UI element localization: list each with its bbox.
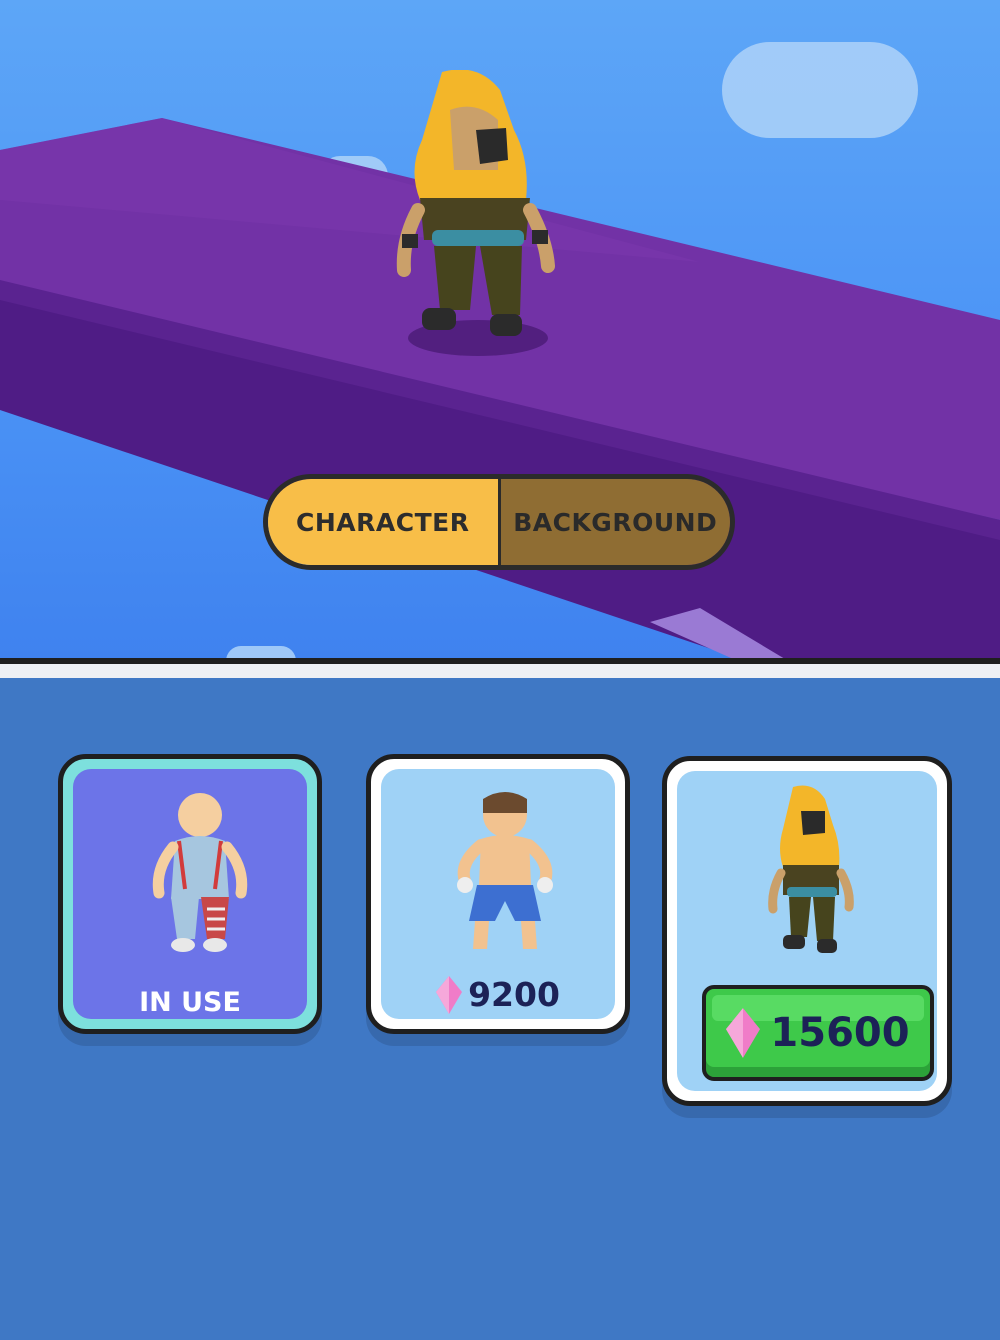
- in-use-label: IN USE: [139, 987, 241, 1018]
- wrestler-character-icon: [152, 793, 248, 952]
- tab-background[interactable]: BACKGROUND: [500, 479, 730, 565]
- pink-gem-icon: [436, 975, 463, 1014]
- game-scene: CHARACTER BACKGROUND: [0, 0, 1000, 662]
- price-value: 9200: [468, 975, 560, 1014]
- character-card-wrestler[interactable]: IN USE: [58, 754, 322, 1034]
- hooded-ninja-character: [396, 70, 555, 356]
- buy-price-value: 15600: [770, 1010, 910, 1056]
- pink-gem-icon: [726, 1008, 761, 1058]
- tab-character-label: CHARACTER: [296, 507, 470, 537]
- hooded-ninja-character-icon: [768, 785, 854, 953]
- panel-top-edge: [0, 664, 1000, 678]
- tab-background-label: BACKGROUND: [513, 507, 718, 537]
- shop-category-toggle: CHARACTER BACKGROUND: [263, 474, 735, 570]
- card-background: IN USE: [73, 769, 307, 1019]
- character-card-boxer[interactable]: 9200: [366, 754, 630, 1034]
- price-label: 9200: [381, 975, 615, 1014]
- tab-character[interactable]: CHARACTER: [268, 479, 501, 565]
- card-background: 9200: [381, 769, 615, 1019]
- boxer-character-icon: [457, 792, 553, 949]
- buy-button[interactable]: 15600: [702, 985, 934, 1081]
- character-card-hooded-ninja[interactable]: 15600: [662, 756, 952, 1106]
- card-background: 15600: [677, 771, 937, 1091]
